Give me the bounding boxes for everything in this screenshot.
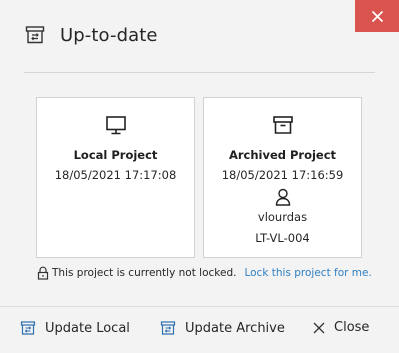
lock-status-row: This project is currently not locked. Lo… bbox=[37, 266, 372, 280]
close-label: Close bbox=[334, 320, 370, 335]
close-window-button[interactable] bbox=[355, 0, 399, 32]
header-divider bbox=[24, 72, 375, 73]
archived-by-user: vlourdas bbox=[257, 210, 308, 224]
archived-machine-name: LT-VL-004 bbox=[255, 231, 310, 245]
dialog-header: Up-to-date bbox=[24, 24, 158, 46]
close-button[interactable]: Close bbox=[313, 320, 369, 335]
archived-project-title: Archived Project bbox=[228, 148, 337, 162]
lock-status-text: This project is currently not locked. bbox=[52, 267, 237, 279]
local-project-timestamp: 18/05/2021 17:17:08 bbox=[54, 168, 177, 182]
local-project-card: Local Project 18/05/2021 17:17:08 bbox=[36, 97, 195, 258]
archived-project-timestamp: 18/05/2021 17:16:59 bbox=[221, 168, 344, 182]
update-local-label: Update Local bbox=[45, 320, 130, 336]
archive-box-icon bbox=[272, 116, 293, 134]
dialog-title: Up-to-date bbox=[60, 24, 158, 46]
close-x-icon bbox=[371, 10, 383, 22]
dialog-footer: Update Local Update Archive Close bbox=[0, 307, 399, 353]
archive-sync-icon bbox=[25, 26, 45, 44]
local-project-title: Local Project bbox=[73, 148, 158, 162]
archive-update-icon bbox=[160, 321, 176, 335]
close-icon bbox=[313, 322, 325, 333]
lock-project-link[interactable]: Lock this project for me. bbox=[244, 267, 371, 279]
update-archive-label: Update Archive bbox=[185, 320, 285, 336]
update-local-button[interactable]: Update Local bbox=[20, 320, 130, 336]
archived-project-card: Archived Project 18/05/2021 17:16:59 vlo… bbox=[203, 97, 362, 258]
update-archive-button[interactable]: Update Archive bbox=[160, 320, 285, 336]
padlock-icon bbox=[37, 266, 49, 280]
archive-update-icon bbox=[20, 321, 36, 335]
user-icon bbox=[275, 188, 290, 206]
monitor-icon bbox=[105, 116, 126, 135]
